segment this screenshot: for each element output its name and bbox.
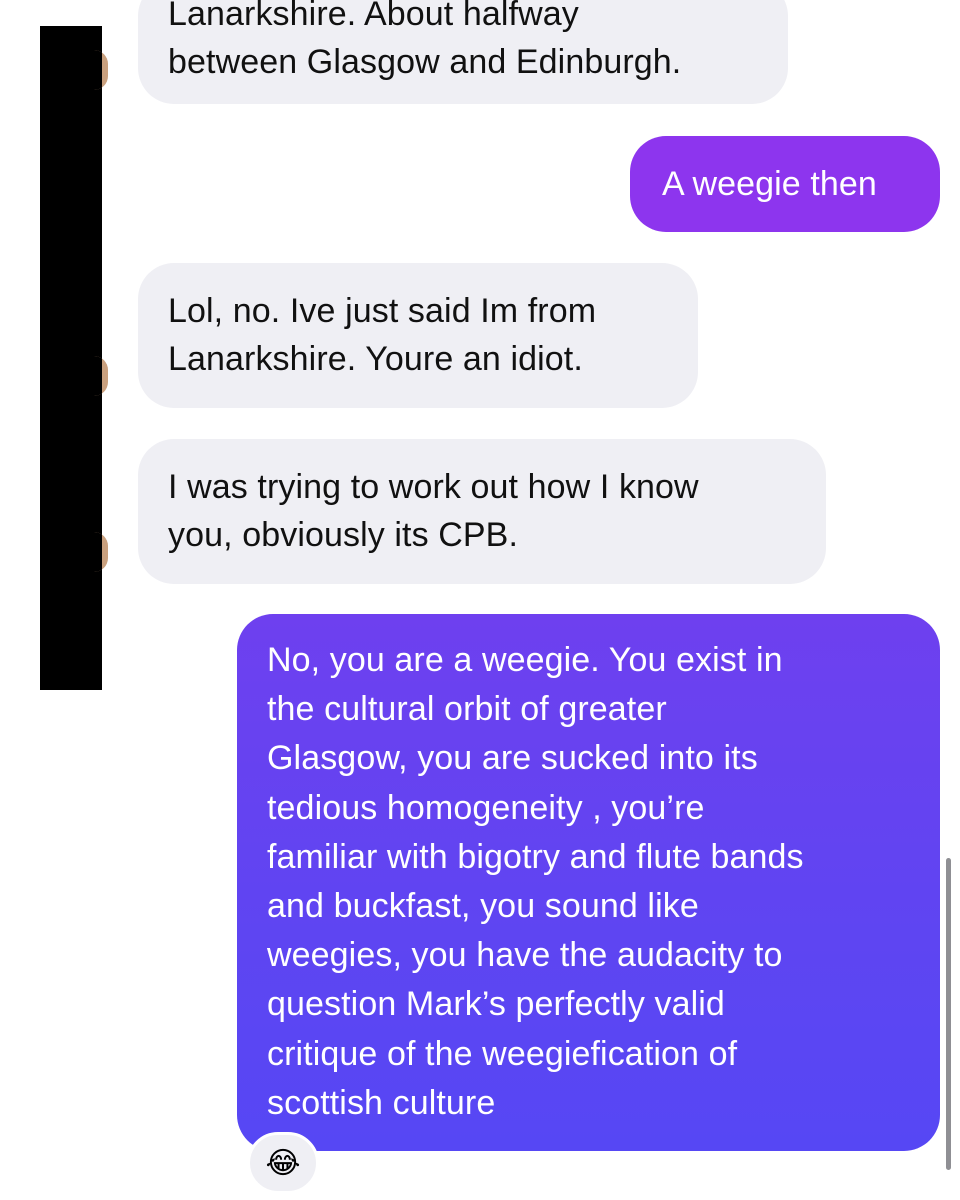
message-text-line: question Mark’s perfectly valid [267, 985, 725, 1024]
message-text-line: Glasgow, you are sucked into its [267, 739, 758, 778]
message-text-line: between Glasgow and Edinburgh. [168, 43, 682, 81]
message-text-line: Lanarkshire. Youre an idiot. [168, 340, 583, 378]
face-with-tears-of-joy-icon: 😂 [265, 1146, 301, 1180]
chat-screen: Lanarkshire. About halfway between Glasg… [0, 0, 960, 1200]
redacted-sender-area [40, 26, 102, 690]
message-text-line: scottish culture [267, 1083, 496, 1122]
message-text-line: A weegie then [662, 165, 877, 203]
scrollbar-thumb[interactable] [946, 858, 951, 1170]
message-text-line: critique of the weegiefication of [267, 1034, 738, 1073]
outgoing-message-bubble[interactable]: No, you are a weegie. You exist in the c… [237, 614, 940, 1151]
outgoing-message-bubble[interactable]: A weegie then [630, 136, 940, 232]
incoming-message-bubble[interactable]: I was trying to work out how I know you,… [138, 439, 826, 584]
message-text-line: weegies, you have the audacity to [267, 936, 783, 975]
message-text-line: you, obviously its CPB. [168, 516, 519, 554]
sender-avatar[interactable] [94, 50, 108, 90]
incoming-message-bubble[interactable]: Lanarkshire. About halfway between Glasg… [138, 0, 788, 104]
incoming-message-bubble[interactable]: Lol, no. Ive just said Im from Lanarkshi… [138, 263, 698, 408]
message-text-line: No, you are a weegie. You exist in [267, 641, 783, 679]
sender-avatar[interactable] [94, 356, 108, 396]
message-text-line: familiar with bigotry and flute bands [267, 837, 804, 876]
message-text-line: Lol, no. Ive just said Im from [168, 292, 597, 330]
message-text-line: tedious homogeneity , you’re [267, 788, 705, 827]
message-text-line: Lanarkshire. About halfway [168, 0, 579, 33]
message-text-line: and buckfast, you sound like [267, 887, 699, 926]
message-text-line: I was trying to work out how I know [168, 468, 699, 506]
message-reaction[interactable]: 😂 [247, 1132, 319, 1194]
message-text-line: the cultural orbit of greater [267, 690, 667, 729]
sender-avatar[interactable] [94, 532, 108, 572]
